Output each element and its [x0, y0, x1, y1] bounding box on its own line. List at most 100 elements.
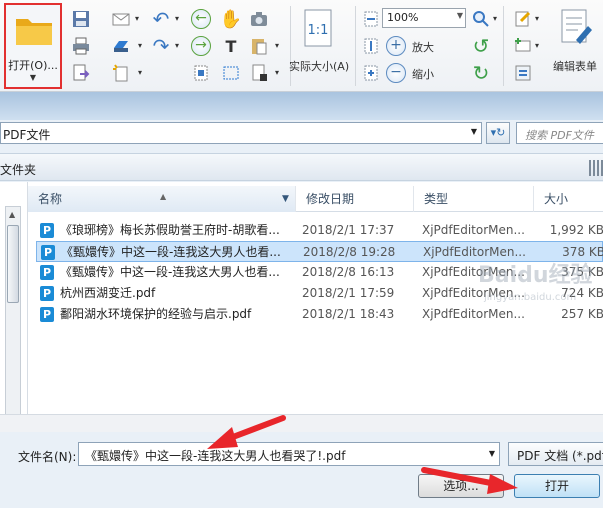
- file-name: 《琅琊榜》梅长苏假助誉王府时-胡歌看...: [60, 223, 280, 237]
- view-options-icon[interactable]: [589, 160, 603, 176]
- zoom-select[interactable]: 100% ▼: [382, 8, 466, 28]
- address-text: PDF文件: [3, 128, 51, 142]
- nav-scrollbar[interactable]: ▲: [5, 206, 21, 426]
- add-field-icon[interactable]: [512, 35, 534, 57]
- save-icon[interactable]: [70, 8, 92, 30]
- chevron-down-icon[interactable]: ▾: [138, 68, 142, 77]
- rotate-right-icon[interactable]: ↻: [470, 61, 492, 85]
- column-header-size[interactable]: 大小: [534, 186, 603, 212]
- column-header-date[interactable]: 修改日期: [296, 186, 414, 212]
- hand-tool-icon[interactable]: ✋: [220, 8, 242, 30]
- document-properties-icon[interactable]: [248, 62, 270, 84]
- filename-label: 文件名(N):: [18, 450, 77, 464]
- zoom-out-icon[interactable]: −: [386, 63, 406, 83]
- horizontal-scrollbar[interactable]: [0, 414, 603, 432]
- open-file-dialog: PDF文件 ▼ ▾↻ 搜索 PDF文件 文件夹 ▲ 名称 ▲ ▼ 修改日期 类型…: [0, 120, 603, 508]
- actual-size-label[interactable]: 实际大小(A): [289, 58, 349, 74]
- print-icon[interactable]: [70, 35, 92, 57]
- toolbar-separator: [503, 6, 504, 86]
- svg-text:Baidu经验: Baidu经验: [478, 262, 593, 288]
- zoom-in-icon[interactable]: +: [386, 36, 406, 56]
- scrollbar-thumb[interactable]: [7, 225, 19, 303]
- svg-text:jingyan.baidu.com: jingyan.baidu.com: [483, 292, 576, 303]
- filename-value: 《甄嬛传》中这一段-连我这大男人也看哭了!.pdf: [85, 449, 346, 463]
- toolbar-separator: [355, 6, 356, 86]
- refresh-icon[interactable]: ▾↻: [486, 122, 510, 144]
- new-folder-button[interactable]: 文件夹: [0, 161, 36, 178]
- chevron-down-icon[interactable]: ▼: [471, 127, 477, 136]
- open-button[interactable]: 打开(O)... ▼: [4, 3, 62, 89]
- toolbar-separator: [290, 6, 291, 86]
- next-page-icon[interactable]: →: [191, 36, 211, 56]
- file-row[interactable]: P 《琅琊榜》梅长苏假助誉王府时-胡歌看... 2018/2/1 17:37 X…: [36, 220, 603, 241]
- file-size: 1,992 KB: [549, 223, 603, 237]
- pdf-file-icon: P: [41, 245, 55, 260]
- pdf-file-icon: P: [40, 286, 54, 301]
- fit-page-icon[interactable]: [190, 62, 212, 84]
- options-button[interactable]: 选项...: [418, 474, 504, 498]
- email-icon[interactable]: [110, 8, 132, 30]
- chevron-down-icon[interactable]: ▼: [457, 11, 463, 20]
- zoom-value: 100%: [387, 11, 419, 24]
- command-bar: 文件夹: [0, 153, 603, 181]
- chevron-down-icon[interactable]: ▾: [535, 41, 539, 50]
- chevron-down-icon[interactable]: ▾: [275, 68, 279, 77]
- rotate-left-icon[interactable]: ↺: [470, 34, 492, 58]
- chevron-down-icon[interactable]: ▼: [6, 73, 60, 82]
- zoom-tool-icon[interactable]: [470, 8, 492, 30]
- camera-icon[interactable]: [248, 8, 270, 30]
- chevron-down-icon[interactable]: ▾: [275, 41, 279, 50]
- open-file-button[interactable]: 打开: [514, 474, 600, 498]
- scan-icon[interactable]: [110, 35, 132, 57]
- pdf-file-icon: P: [40, 265, 54, 280]
- chevron-down-icon[interactable]: ▾: [135, 14, 139, 23]
- fit-height-icon[interactable]: [360, 35, 382, 57]
- file-date: 2018/2/1 17:59: [302, 286, 395, 300]
- dialog-footer: 文件名(N): 《甄嬛传》中这一段-连我这大男人也看哭了!.pdf ▼ PDF …: [0, 432, 603, 508]
- chevron-down-icon[interactable]: ▾: [138, 41, 142, 50]
- form-highlight-icon[interactable]: [512, 8, 534, 30]
- paste-icon[interactable]: [248, 35, 270, 57]
- file-type: XjPdfEditorMen...: [422, 223, 525, 237]
- undo-icon[interactable]: ↶: [150, 7, 172, 31]
- file-date: 2018/2/8 19:28: [303, 245, 396, 259]
- redo-icon[interactable]: ↷: [150, 34, 172, 58]
- actual-size-icon[interactable]: 1:1: [303, 8, 333, 48]
- form-field-icon[interactable]: [512, 62, 534, 84]
- open-button-label: 打开(O)...: [8, 59, 58, 72]
- svg-text:1:1: 1:1: [308, 23, 329, 38]
- chevron-down-icon[interactable]: ▼: [489, 449, 495, 458]
- address-bar[interactable]: PDF文件 ▼: [0, 122, 482, 144]
- file-date: 2018/2/8 16:13: [302, 265, 395, 279]
- chevron-down-icon[interactable]: ▾: [175, 14, 179, 23]
- pdf-file-icon: P: [40, 223, 54, 238]
- column-header-name[interactable]: 名称 ▲ ▼: [28, 186, 296, 212]
- toolbar-ribbon: 打开(O)... ▼ ▾ ▾ ▾ ↶ ↷ ▾ ▾ ← → ✋ T ▾ ▾ 1:1…: [0, 0, 603, 92]
- chevron-down-icon[interactable]: ▾: [535, 14, 539, 23]
- sort-arrow-icon: ▲: [160, 192, 167, 201]
- select-text-icon[interactable]: T: [220, 35, 242, 57]
- dialog-title-band: [0, 92, 603, 120]
- edit-form-icon[interactable]: [558, 8, 594, 48]
- chevron-down-icon[interactable]: ▼: [282, 186, 289, 212]
- file-name: 《甄嬛传》中这一段-连我这大男人也看...: [61, 245, 281, 259]
- file-date: 2018/2/1 17:37: [302, 223, 395, 237]
- export-icon[interactable]: [70, 62, 92, 84]
- zoom-out-label[interactable]: 缩小: [412, 66, 434, 82]
- file-name: 杭州西湖变迁.pdf: [60, 286, 156, 300]
- column-header-type[interactable]: 类型: [414, 186, 534, 212]
- scroll-up-icon[interactable]: ▲: [9, 210, 15, 219]
- fit-visible-icon[interactable]: [360, 62, 382, 84]
- filename-input[interactable]: 《甄嬛传》中这一段-连我这大男人也看哭了!.pdf ▼: [78, 442, 500, 466]
- chevron-down-icon[interactable]: ▾: [175, 41, 179, 50]
- new-document-icon[interactable]: [110, 62, 132, 84]
- filetype-select[interactable]: PDF 文档 (*.pdf: [508, 442, 603, 466]
- search-input[interactable]: 搜索 PDF文件: [516, 122, 603, 144]
- fit-width-icon[interactable]: [360, 8, 382, 30]
- snapshot-area-icon[interactable]: [220, 62, 242, 84]
- previous-page-icon[interactable]: ←: [191, 9, 211, 29]
- edit-form-label[interactable]: 编辑表单: [553, 58, 597, 74]
- chevron-down-icon[interactable]: ▾: [493, 14, 497, 23]
- zoom-in-label[interactable]: 放大: [412, 39, 434, 55]
- folder-icon: [16, 19, 52, 45]
